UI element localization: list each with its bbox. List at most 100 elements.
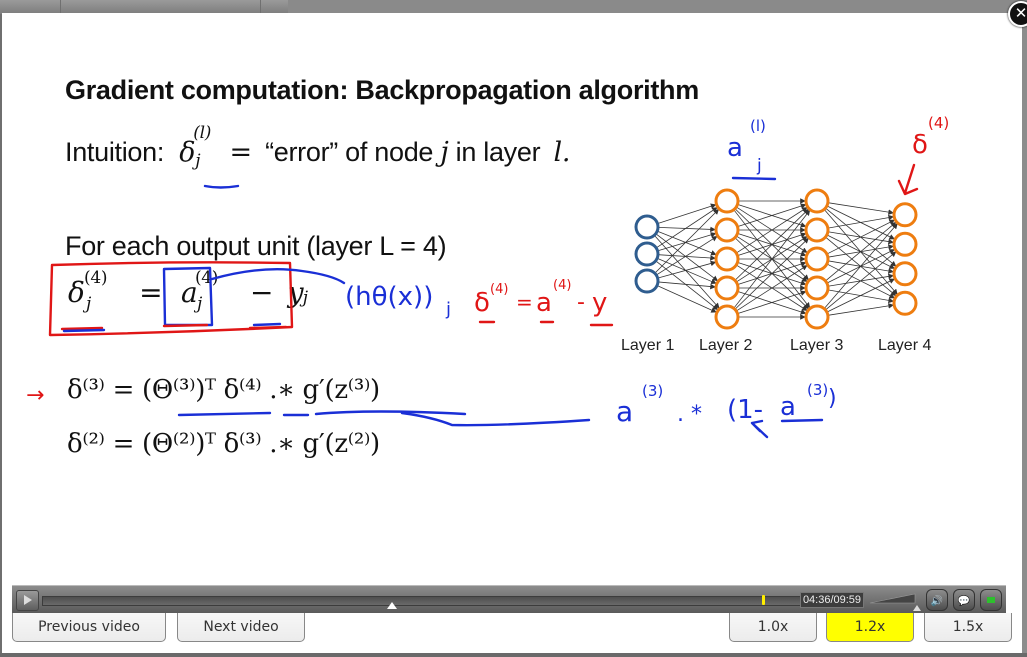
seek-bar[interactable] xyxy=(42,595,804,606)
vec-y: y xyxy=(592,288,607,318)
network-node-layer-2 xyxy=(714,188,740,214)
network-edge xyxy=(734,237,809,310)
vec-a-sup: (4) xyxy=(553,278,571,293)
handwritten-underline xyxy=(203,184,240,189)
network-edge xyxy=(657,260,717,279)
next-video-button[interactable]: Next video xyxy=(177,613,305,642)
speed-button-1-0x[interactable]: 1.0x xyxy=(729,613,817,642)
gprime-a1-sup: (3) xyxy=(642,382,663,400)
network-edge xyxy=(734,208,809,281)
annotation-vectorized: δ (4) = a (4) - y xyxy=(474,278,614,327)
network-node-layer-1 xyxy=(634,214,660,240)
network-node-layer-1 xyxy=(634,268,660,294)
lecture-slide: Gradient computation: Backpropagation al… xyxy=(2,13,1023,588)
handwritten-underline xyxy=(780,418,824,423)
gprime-a2: a xyxy=(780,392,796,422)
quality-button[interactable] xyxy=(980,589,1002,611)
network-edge xyxy=(657,281,716,290)
volume-level xyxy=(870,593,916,604)
volume-handle[interactable] xyxy=(913,605,921,611)
annotation-sigmoid-derivative: a (3) . * (1- a (3) ) xyxy=(616,381,837,439)
handwritten-underline xyxy=(248,325,288,330)
volume-slider[interactable] xyxy=(870,592,920,604)
annotation-delta-sup: (4) xyxy=(928,114,949,132)
background-page-header xyxy=(0,0,1027,14)
network-node-layer-2 xyxy=(714,275,740,301)
network-node-layer-1 xyxy=(634,241,660,267)
network-node-layer-3 xyxy=(804,188,830,214)
handwritten-underline xyxy=(162,323,209,328)
background-divider xyxy=(60,0,61,14)
handwritten-underline xyxy=(60,326,104,331)
background-divider xyxy=(260,0,261,14)
captions-button[interactable]: 💬 xyxy=(953,589,975,611)
annotation-hypothesis: (hθ(x)) j xyxy=(345,282,451,320)
annotation-a-sub: j xyxy=(756,156,762,176)
hypothesis-sub: j xyxy=(445,299,451,320)
vec-delta-sup: (4) xyxy=(490,282,508,297)
gprime-op: . * xyxy=(677,402,702,427)
network-edge xyxy=(826,219,895,255)
play-icon xyxy=(24,595,32,605)
network-node-layer-4 xyxy=(892,231,918,257)
gprime-a1: a xyxy=(616,395,633,428)
video-control-bar: 04:36/09:59 🔊 💬 xyxy=(12,585,1006,613)
handwritten-underline xyxy=(252,322,282,327)
network-node-layer-4 xyxy=(892,290,918,316)
gprime-a2-sup: (3) xyxy=(807,381,828,399)
slide-drawing-layer: a (l) j δ (4) (hθ(x)) j δ (4) = a (4) - … xyxy=(26,114,949,439)
window-edge xyxy=(1022,13,1027,657)
hypothesis-text: (hθ(x)) xyxy=(345,282,433,312)
previous-video-button[interactable]: Previous video xyxy=(12,613,166,642)
vec-minus: - xyxy=(577,290,585,315)
close-icon[interactable]: ✕ xyxy=(1008,1,1027,27)
connector-line xyxy=(400,411,591,427)
network-edge xyxy=(655,260,719,311)
speech-bubble-icon: 💬 xyxy=(957,596,971,607)
network-node-layer-3 xyxy=(804,275,830,301)
progress-marker xyxy=(762,595,766,605)
network-edge xyxy=(826,278,895,313)
seek-handle[interactable] xyxy=(387,602,398,609)
speed-button-1-5x[interactable]: 1.5x xyxy=(924,613,1012,642)
network-edge xyxy=(654,234,720,309)
video-modal: Gradient computation: Backpropagation al… xyxy=(2,13,1023,653)
annotation-a: a xyxy=(727,133,743,163)
screen-icon xyxy=(987,597,995,603)
handwritten-underline xyxy=(62,328,106,333)
speaker-icon: 🔊 xyxy=(930,596,944,607)
vec-a: a xyxy=(536,288,552,318)
network-node-layer-3 xyxy=(804,304,830,330)
vec-eq: = xyxy=(516,290,533,314)
mute-button[interactable]: 🔊 xyxy=(926,589,948,611)
network-edge xyxy=(655,233,719,282)
speed-button-1-2x[interactable]: 1.2x xyxy=(826,613,914,642)
network-edge xyxy=(825,221,897,282)
handwritten-underline xyxy=(478,320,614,327)
gprime-paren: (1- xyxy=(727,395,763,425)
connector-line xyxy=(210,268,346,285)
network-edges xyxy=(654,198,898,320)
handwritten-underline xyxy=(731,176,777,181)
annotation-activation: a (l) j xyxy=(727,117,777,181)
background-footer xyxy=(0,653,1027,657)
network-node-layer-2 xyxy=(714,217,740,243)
gprime-close: ) xyxy=(828,386,837,411)
network-edge xyxy=(656,285,717,313)
network-edge xyxy=(825,251,897,311)
background-title-bar xyxy=(288,0,1027,14)
network-node-layer-4 xyxy=(892,202,918,228)
annotation-delta: δ xyxy=(912,130,928,160)
annotation-delta4: δ (4) xyxy=(897,114,949,196)
network-edge xyxy=(657,254,716,261)
network-node-layer-4 xyxy=(892,261,918,287)
vec-delta: δ xyxy=(474,288,490,318)
arrow-icon xyxy=(897,163,919,196)
handwritten-underline xyxy=(177,410,467,417)
annotation-a-sup: (l) xyxy=(750,117,766,135)
network-node-layer-3 xyxy=(804,246,830,272)
time-display: 04:36/09:59 xyxy=(800,592,864,608)
highlight-box-blue xyxy=(162,266,214,327)
arrow-icon: → xyxy=(26,383,44,408)
play-button[interactable] xyxy=(16,590,39,611)
